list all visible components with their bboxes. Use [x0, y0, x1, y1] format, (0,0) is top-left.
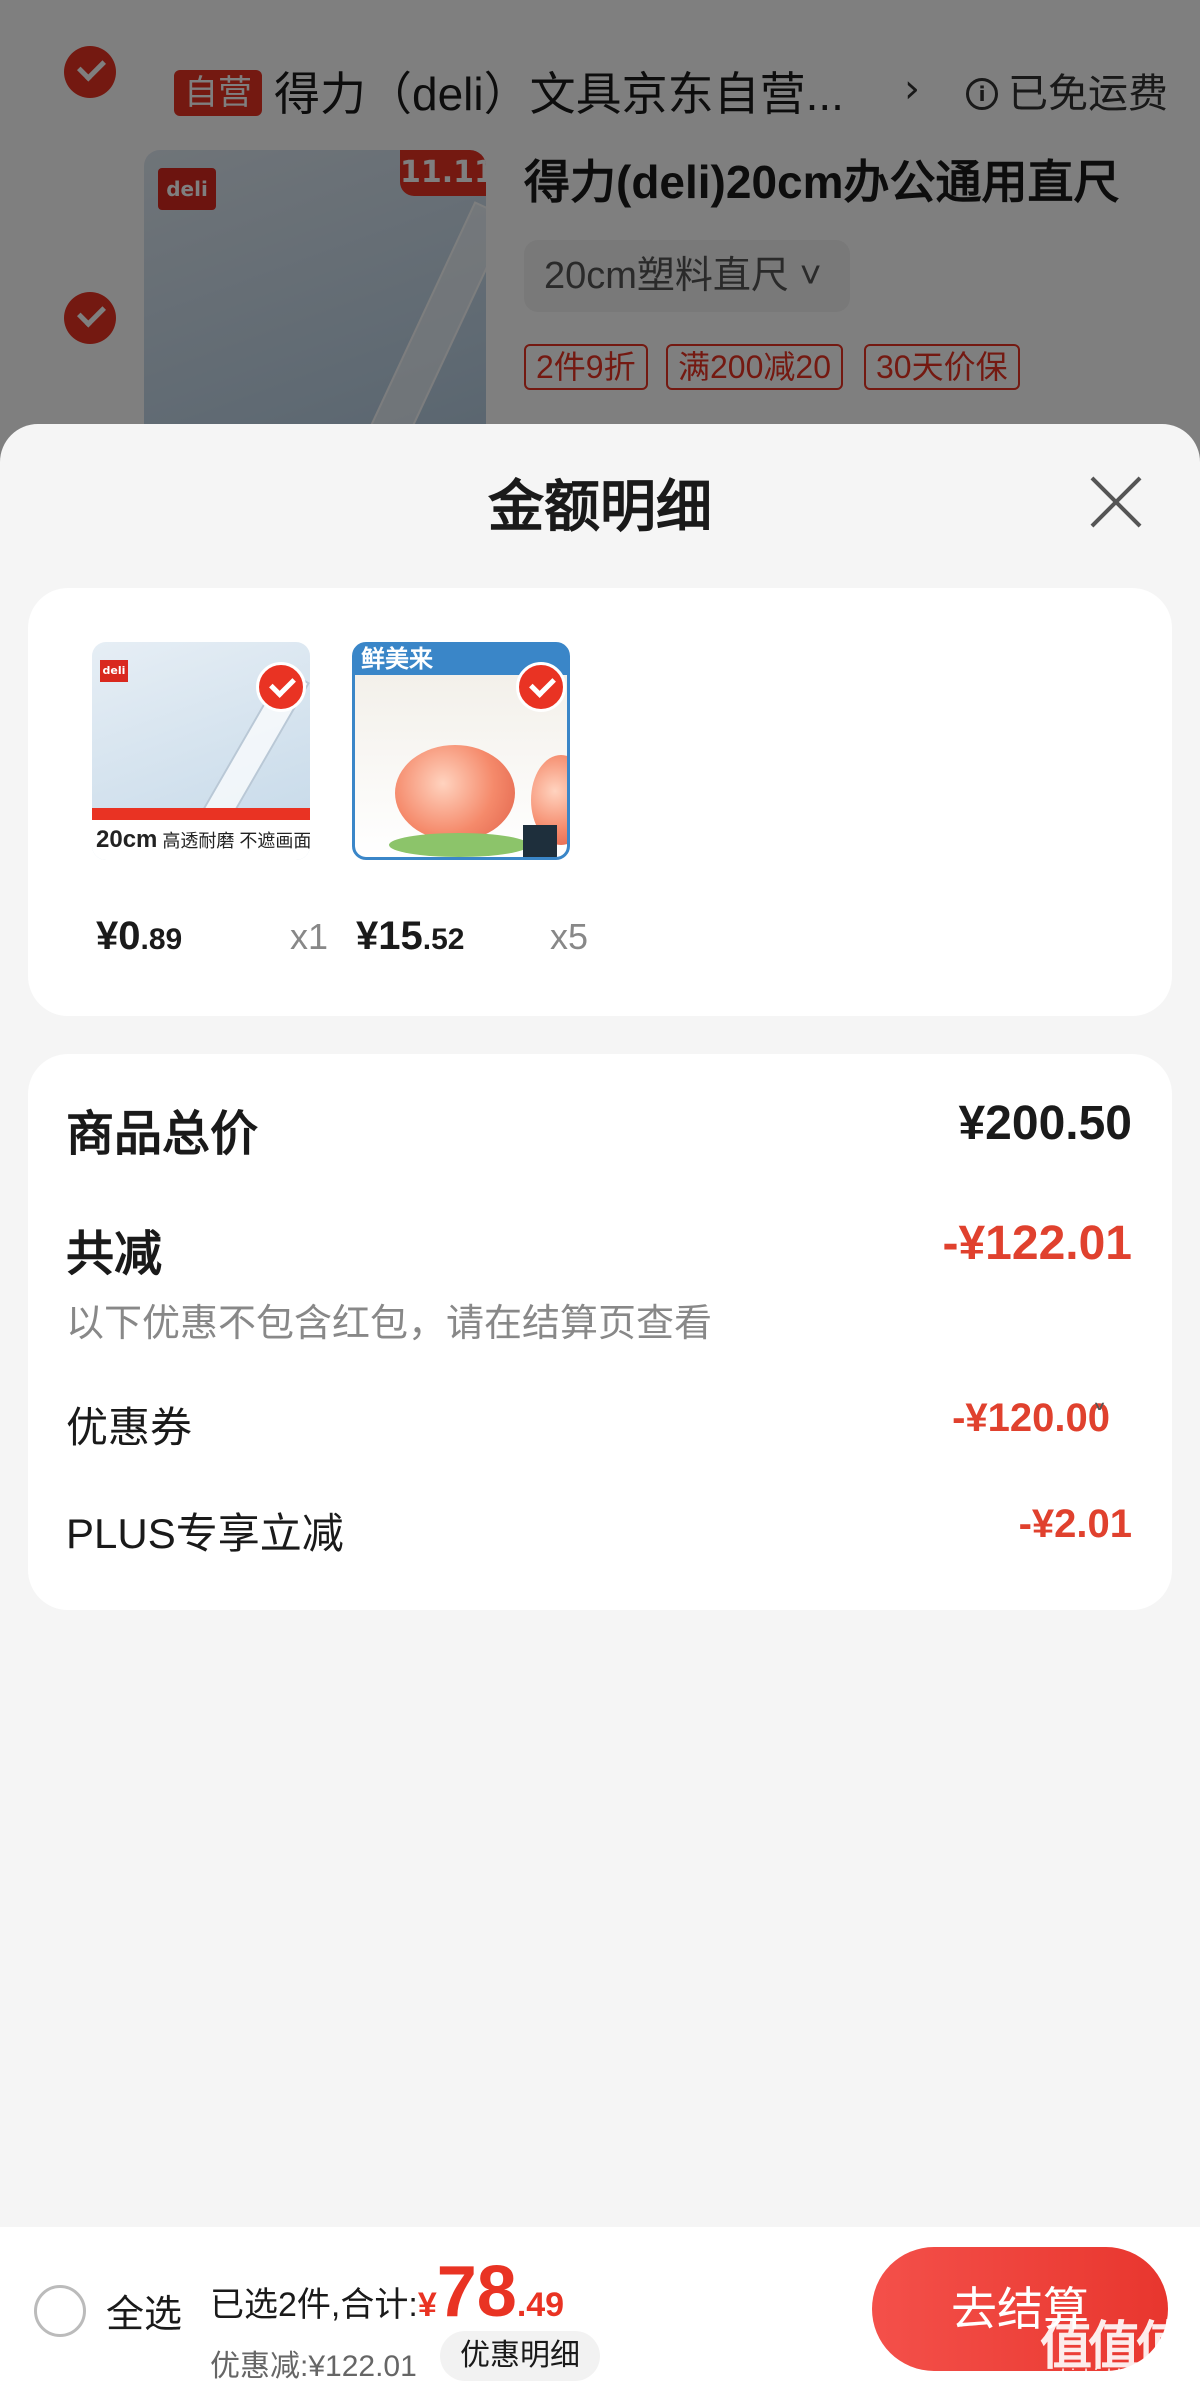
cucumber-graphic: [389, 833, 529, 857]
plus-discount-value: -¥2.01: [1018, 1502, 1132, 1546]
coupon-value[interactable]: -¥120.00: [952, 1396, 1110, 1441]
total-price-value: ¥200.50: [958, 1097, 1132, 1150]
list-item[interactable]: 鲜美来 ¥15.52 x5: [352, 642, 588, 972]
package-graphic: [523, 825, 557, 857]
total-price-label: 商品总价: [66, 1108, 259, 1161]
total-dec: .49: [516, 2286, 565, 2324]
total-reduction-value: -¥122.01: [942, 1217, 1133, 1270]
discount-summary: 优惠减:¥122.01: [210, 2350, 417, 2383]
amount-detail-sheet: 金额明细 deli 20cm 高透耐磨 不遮画面 ¥0.89 x1 鲜美来 ¥1…: [0, 424, 1200, 2391]
select-all-radio[interactable]: [34, 2285, 86, 2337]
item-quantity: x5: [550, 916, 589, 957]
shrimp-ball-graphic: [395, 745, 515, 841]
plus-discount-label: PLUS专享立减: [66, 1510, 344, 1557]
total-int: 78: [436, 2252, 517, 2332]
thumb-caption-text: 高透耐磨 不遮画面: [157, 831, 310, 851]
selected-count-label: 已选2件,合计:: [210, 2286, 418, 2324]
brand-label: 鲜美来: [361, 646, 433, 673]
checkout-bar: 全选 已选2件,合计:¥78.49 优惠减:¥122.01 优惠明细 去结算: [0, 2227, 1200, 2391]
coupon-label[interactable]: 优惠券: [66, 1394, 192, 1455]
list-item[interactable]: deli 20cm 高透耐磨 不遮画面 ¥0.89 x1: [92, 642, 328, 972]
item-price-dec: .52: [422, 923, 465, 956]
item-quantity: x1: [290, 916, 329, 957]
chevron-down-icon[interactable]: ˅: [1092, 1400, 1107, 1435]
item-price: ¥15.52: [356, 914, 464, 959]
currency-symbol: ¥: [417, 2286, 437, 2324]
selected-items-card: deli 20cm 高透耐磨 不遮画面 ¥0.89 x1 鲜美来 ¥15.52: [28, 588, 1172, 1016]
total-line: 已选2件,合计:¥78.49: [210, 2251, 564, 2333]
discount-detail-button[interactable]: 优惠明细: [440, 2331, 600, 2381]
item-price-int: ¥0: [96, 914, 141, 958]
item-checked-icon: [256, 662, 306, 712]
thumb-bar: [92, 808, 310, 820]
thumb-caption-size: 20cm: [96, 826, 158, 853]
deli-logo: deli: [100, 660, 128, 682]
reduction-note: 以下优惠不包含红包，请在结算页查看: [66, 1303, 713, 1345]
item-checked-icon: [516, 662, 566, 712]
item-price-int: ¥15: [356, 914, 423, 958]
close-icon[interactable]: [1086, 472, 1146, 532]
total-reduction-label: 共减: [66, 1228, 163, 1281]
watermark-url: zhizhizhi.com: [1052, 2366, 1161, 2386]
price-summary-card: 商品总价 ¥200.50 共减 -¥122.01 以下优惠不包含红包，请在结算页…: [28, 1054, 1172, 1610]
item-price: ¥0.89: [96, 914, 182, 959]
sheet-title: 金额明细: [488, 475, 712, 538]
thumb-caption: 20cm 高透耐磨 不遮画面: [92, 820, 310, 860]
select-all-label[interactable]: 全选: [106, 2283, 182, 2338]
item-price-dec: .89: [140, 923, 183, 956]
